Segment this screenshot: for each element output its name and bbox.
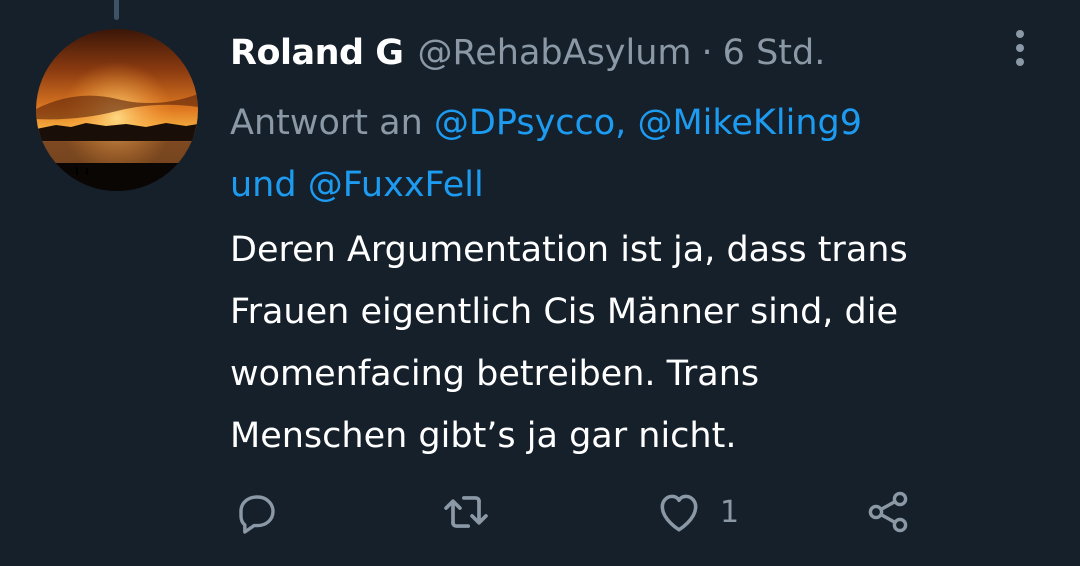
- reply-icon: [239, 495, 275, 534]
- mention-link-fuxxfell[interactable]: @FuxxFell: [308, 165, 484, 205]
- timestamp[interactable]: 6 Std.: [723, 33, 826, 73]
- like-button[interactable]: 1: [654, 484, 739, 540]
- reply-prefix: Antwort an: [230, 103, 434, 143]
- tweet-header: Roland G @RehabAsylum · 6 Std.: [230, 30, 825, 76]
- display-name[interactable]: Roland G: [230, 33, 404, 73]
- thread-connector-line: [114, 0, 119, 20]
- header-separator: ·: [701, 33, 713, 73]
- share-button[interactable]: [864, 484, 912, 540]
- tweet-actions: 1: [230, 484, 950, 540]
- more-vertical-icon-dot: [1016, 58, 1024, 66]
- retweet-button[interactable]: [440, 484, 492, 540]
- retweet-icon: [444, 496, 488, 528]
- mention-link-dpsycco[interactable]: @DPsycco,: [434, 103, 626, 143]
- user-handle[interactable]: @RehabAsylum: [418, 33, 692, 73]
- reply-button[interactable]: [232, 484, 280, 540]
- reply-and-word: und: [230, 165, 308, 205]
- avatar-sunset-image: [36, 29, 198, 191]
- mention-link-mikekling9[interactable]: @MikeKling9: [637, 103, 862, 143]
- reply-context: Antwort an @DPsycco, @MikeKling9 und @Fux…: [230, 92, 1030, 216]
- tweet-text: Deren Argumentation ist ja, dass trans F…: [230, 230, 908, 456]
- avatar[interactable]: [36, 29, 198, 191]
- more-vertical-icon-dot: [1016, 44, 1024, 52]
- like-heart-icon: [660, 494, 698, 532]
- share-icon: [868, 491, 908, 533]
- more-options-button[interactable]: [1000, 22, 1040, 74]
- like-count: 1: [720, 494, 740, 530]
- more-vertical-icon-dot: [1016, 30, 1024, 38]
